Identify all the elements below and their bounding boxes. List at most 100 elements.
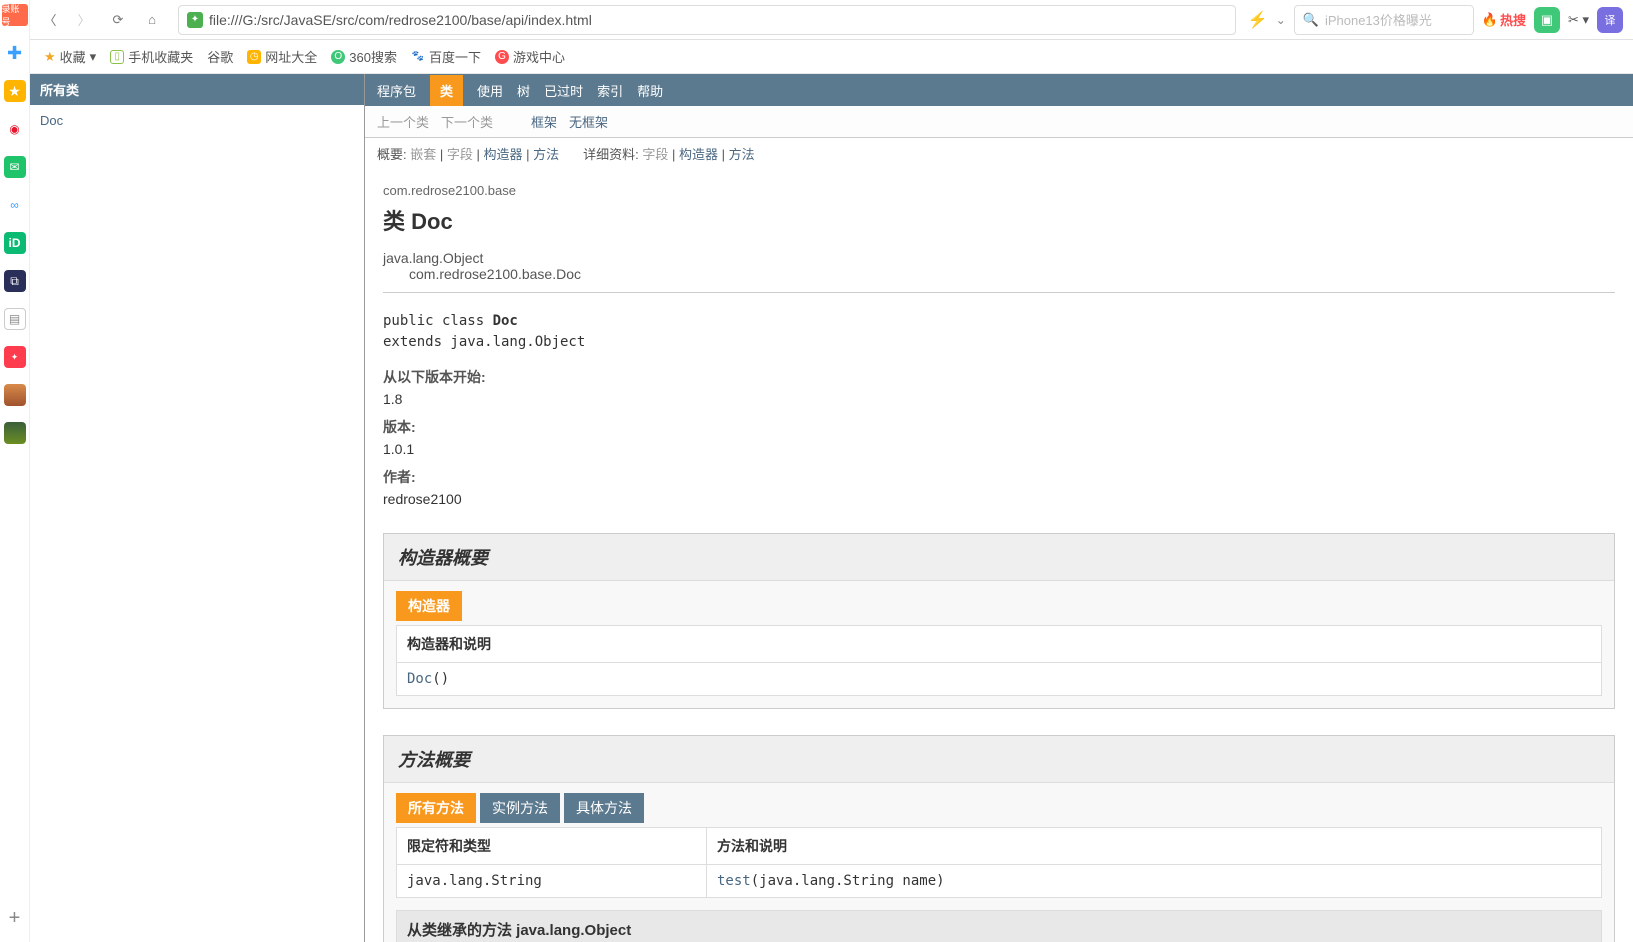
browser-toolbar: 〈 〉 ⟳ ⌂ ✦ ⚡ ⌄ 🔍 iPhone13价格曝光 🔥热搜 ▣ ✂︎ ▾ … — [0, 0, 1633, 40]
app1-tab-icon[interactable]: ⧉ — [4, 270, 26, 292]
new-tab-button[interactable]: + — [9, 907, 21, 930]
since-label: 从以下版本开始: — [383, 367, 1615, 387]
class-detail-pane: 程序包 类 使用 树 已过时 索引 帮助 上一个类 下一个类 框架 无框架 概要… — [365, 74, 1633, 942]
bookmark-sitenav[interactable]: ◷网址大全 — [247, 47, 317, 66]
bookmark-baidu[interactable]: 🐾百度一下 — [411, 47, 481, 66]
forward-button: 〉 — [70, 6, 98, 34]
class-link-doc[interactable]: Doc — [40, 113, 63, 128]
author-label: 作者: — [383, 467, 1615, 487]
class-metadata: 从以下版本开始: 1.8 版本: 1.0.1 作者: redrose2100 — [383, 367, 1615, 507]
content-area: 所有类 Doc 程序包 类 使用 树 已过时 索引 帮助 上一个类 下一个类 框… — [30, 74, 1633, 942]
class-title: 类 Doc — [383, 204, 1615, 236]
inherited-methods-title: 从类继承的方法 java.lang.Object — [397, 911, 1601, 942]
frames-link[interactable]: 框架 — [531, 112, 557, 131]
img2-tab-icon[interactable] — [4, 422, 26, 444]
img1-tab-icon[interactable] — [4, 384, 26, 406]
nav-package[interactable]: 程序包 — [377, 81, 416, 100]
constructor-summary-title: 构造器概要 — [384, 534, 1614, 581]
class-declaration: public class Doc extends java.lang.Objec… — [383, 311, 1615, 353]
inheritance-super1: java.lang.Object — [383, 250, 1615, 266]
version-label: 版本: — [383, 417, 1615, 437]
bookmark-mobile[interactable]: ▯手机收藏夹 — [110, 47, 193, 66]
chevron-down-icon[interactable]: ⌄ — [1276, 13, 1286, 27]
home-button[interactable]: ⌂ — [138, 6, 166, 34]
bookmark-google[interactable]: 谷歌 — [207, 47, 233, 66]
search-placeholder: iPhone13价格曝光 — [1325, 10, 1465, 29]
star-icon: ★ — [44, 49, 56, 65]
summary-label: 概要: — [377, 147, 410, 162]
cc-tab-icon[interactable]: ∞ — [4, 194, 26, 216]
method-col2-header: 方法和说明 — [707, 828, 1602, 865]
method-summary-section: 方法概要 所有方法 实例方法 具体方法 限定符和类型 方法和说明 java.la… — [383, 735, 1615, 942]
method-summary-title: 方法概要 — [384, 736, 1614, 783]
star-tab-icon[interactable]: ★ — [4, 80, 26, 102]
detail-method[interactable]: 方法 — [729, 147, 755, 162]
nav-icon: ◷ — [247, 50, 261, 64]
inheritance-tree: java.lang.Object com.redrose2100.base.Do… — [383, 250, 1615, 282]
weibo-tab-icon[interactable]: ◉ — [4, 118, 26, 140]
extension-button[interactable]: ▣ — [1534, 7, 1560, 33]
summary-constr[interactable]: 构造器 — [483, 147, 522, 162]
browser-side-tabs: 录账号 ✚ ★ ◉ ✉ ∞ iD ⧉ ▤ ✦ + — [0, 0, 30, 942]
sub-nav: 上一个类 下一个类 框架 无框架 — [365, 106, 1633, 138]
tab-constructors[interactable]: 构造器 — [396, 591, 462, 621]
nav-use[interactable]: 使用 — [477, 81, 503, 100]
flash-icon[interactable]: ⚡ — [1248, 10, 1268, 30]
nav-deprecated[interactable]: 已过时 — [544, 81, 583, 100]
bookmark-favorites[interactable]: ★收藏 ▾ — [44, 47, 96, 66]
method-params: (java.lang.String name) — [751, 873, 945, 889]
nav-help[interactable]: 帮助 — [637, 81, 663, 100]
game-icon: G — [495, 50, 509, 64]
inherited-methods-box: 从类继承的方法 java.lang.Object equals, getClas… — [396, 910, 1602, 942]
bookmark-360[interactable]: O360搜索 — [331, 47, 397, 66]
tab-instance-methods[interactable]: 实例方法 — [480, 793, 560, 823]
nav-class[interactable]: 类 — [430, 75, 463, 106]
login-tab[interactable]: 录账号 — [2, 4, 28, 26]
prev-class-link: 上一个类 — [377, 112, 429, 131]
add-tab-icon[interactable]: ✚ — [4, 42, 26, 64]
reload-button[interactable]: ⟳ — [104, 6, 132, 34]
table-row: Doc() — [397, 663, 1602, 696]
search-box[interactable]: 🔍 iPhone13价格曝光 — [1294, 5, 1474, 35]
back-button[interactable]: 〈 — [36, 6, 64, 34]
top-nav: 程序包 类 使用 树 已过时 索引 帮助 — [365, 74, 1633, 106]
mail-tab-icon[interactable]: ✉ — [4, 156, 26, 178]
bookmark-bar: ★收藏 ▾ ▯手机收藏夹 谷歌 ◷网址大全 O360搜索 🐾百度一下 G游戏中心 — [0, 40, 1633, 74]
summary-nav: 概要: 嵌套 | 字段 | 构造器 | 方法 详细资料: 字段 | 构造器 | … — [365, 138, 1633, 169]
constructor-link[interactable]: Doc — [407, 671, 432, 687]
red-tab-icon[interactable]: ✦ — [4, 346, 26, 368]
method-col1-header: 限定符和类型 — [397, 828, 707, 865]
noframes-link[interactable]: 无框架 — [569, 112, 608, 131]
constructor-col-header: 构造器和说明 — [397, 626, 1602, 663]
bookmark-game[interactable]: G游戏中心 — [495, 47, 565, 66]
method-return-type: java.lang.String — [397, 865, 707, 898]
detail-field: 字段 — [642, 147, 668, 162]
author-value: redrose2100 — [383, 491, 1615, 507]
table-row: java.lang.String test(java.lang.String n… — [397, 865, 1602, 898]
address-bar[interactable]: ✦ — [178, 5, 1236, 35]
scissors-icon[interactable]: ✂︎ ▾ — [1568, 12, 1589, 28]
nav-tree[interactable]: 树 — [517, 81, 530, 100]
hot-search-button[interactable]: 🔥热搜 — [1482, 10, 1526, 29]
phone-icon: ▯ — [110, 50, 124, 64]
nav-index[interactable]: 索引 — [597, 81, 623, 100]
detail-constr[interactable]: 构造器 — [679, 147, 718, 162]
shield-icon: ✦ — [187, 12, 203, 28]
doc-tab-icon[interactable]: ▤ — [4, 308, 26, 330]
search-icon: 🔍 — [1303, 12, 1319, 28]
summary-nested: 嵌套 — [410, 147, 436, 162]
translate-button[interactable]: 译 — [1597, 7, 1623, 33]
tab-concrete-methods[interactable]: 具体方法 — [564, 793, 644, 823]
summary-field: 字段 — [447, 147, 473, 162]
360-icon: O — [331, 50, 345, 64]
method-link[interactable]: test — [717, 873, 751, 889]
iqiyi-tab-icon[interactable]: iD — [4, 232, 26, 254]
constructor-table: 构造器和说明 Doc() — [396, 625, 1602, 696]
url-input[interactable] — [209, 12, 1227, 28]
since-value: 1.8 — [383, 391, 1615, 407]
baidu-icon: 🐾 — [411, 50, 425, 64]
tab-all-methods[interactable]: 所有方法 — [396, 793, 476, 823]
summary-method[interactable]: 方法 — [533, 147, 559, 162]
class-content: com.redrose2100.base 类 Doc java.lang.Obj… — [365, 169, 1633, 942]
constructor-summary-section: 构造器概要 构造器 构造器和说明 Doc() — [383, 533, 1615, 709]
